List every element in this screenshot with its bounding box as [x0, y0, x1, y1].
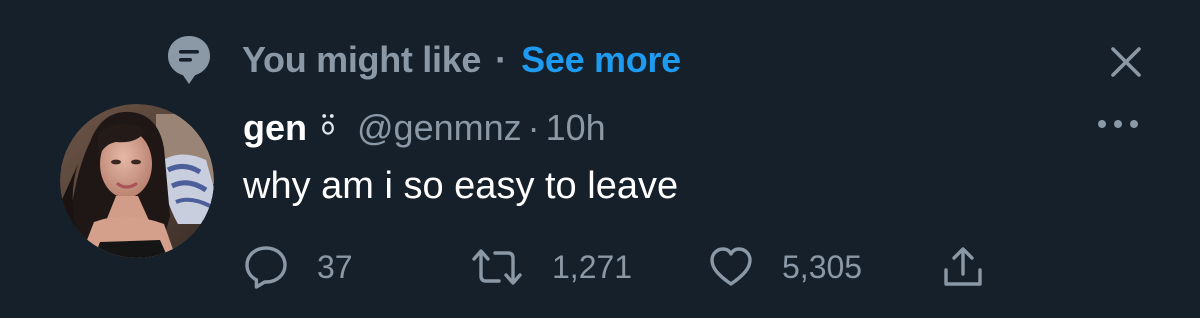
see-more-link[interactable]: See more — [521, 39, 681, 81]
reply-icon — [245, 246, 287, 289]
surprised-face-emoji-icon — [322, 114, 334, 135]
close-icon[interactable] — [1104, 40, 1148, 84]
time-separator: · — [527, 107, 540, 148]
suggestion-header: You might like · See more — [166, 34, 681, 86]
like-count: 5,305 — [782, 248, 863, 285]
retweet-count: 1,271 — [552, 248, 633, 285]
suggestion-separator: · — [495, 39, 508, 80]
like-button[interactable]: 5,305 — [708, 244, 862, 290]
author-name[interactable]: gen — [243, 107, 307, 149]
reply-button[interactable]: 37 — [243, 244, 353, 290]
more-options-icon[interactable] — [1095, 112, 1141, 136]
share-icon — [944, 247, 982, 286]
retweet-button[interactable]: 1,271 — [470, 244, 632, 290]
tweet-timestamp[interactable]: 10h — [546, 107, 606, 149]
retweet-icon — [472, 249, 522, 285]
share-button[interactable] — [940, 244, 986, 290]
avatar[interactable] — [60, 104, 214, 258]
suggestion-label: You might like — [242, 39, 482, 80]
author-handle[interactable]: @genmnz — [357, 107, 522, 149]
reply-count: 37 — [317, 248, 353, 285]
speech-bubble-icon — [168, 36, 210, 84]
tweet-text: why am i so easy to leave — [243, 165, 679, 207]
heart-icon — [710, 247, 752, 286]
tweet-header: gen @genmnz · 10h — [243, 104, 606, 152]
suggested-tweet-card[interactable]: You might like · See more gen @genmnz · … — [0, 0, 1200, 318]
